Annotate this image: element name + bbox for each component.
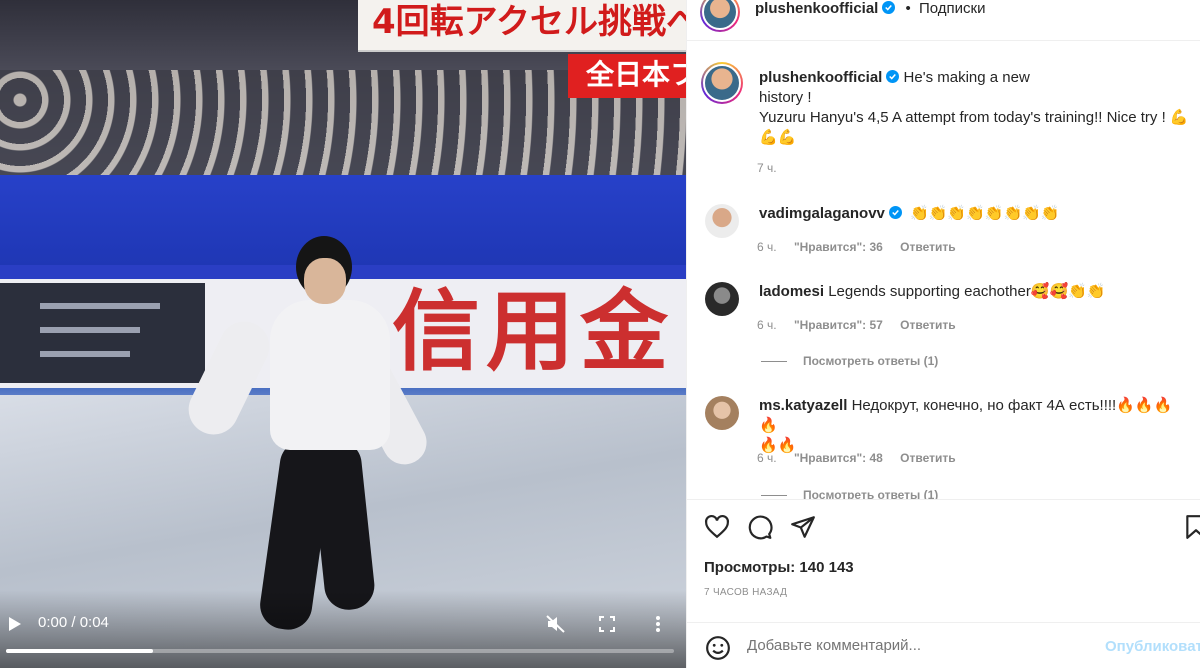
comment-user[interactable]: vadimgalaganovv [759, 205, 885, 222]
video-progress-fill [6, 649, 153, 653]
clipped-replies: Посмотреть ответы (1) [687, 490, 1200, 499]
views-count[interactable]: Просмотры: 140 143 [704, 559, 854, 576]
comment-likes[interactable]: "Нравится": 36 [794, 240, 883, 254]
skater-face [304, 258, 346, 304]
caption-text: plushenkoofficial He's making a new hist… [759, 68, 1195, 148]
view-replies[interactable]: Посмотреть ответы (1) [761, 490, 938, 499]
tv-banner: 4回転アクセル挑戦へ [358, 0, 686, 52]
muted-icon[interactable] [544, 612, 568, 636]
follow-button[interactable]: Подписки [919, 0, 986, 17]
share-icon[interactable] [790, 514, 816, 540]
video-progress-bar[interactable] [6, 649, 674, 653]
play-icon[interactable] [6, 612, 24, 636]
view-replies[interactable]: Посмотреть ответы (1) [761, 354, 938, 368]
reply-button[interactable]: Ответить [900, 240, 955, 254]
caption-avatar[interactable] [701, 62, 743, 104]
replies-line [761, 495, 787, 497]
comment-time[interactable]: 6 ч. [757, 240, 777, 254]
view-replies-label: Посмотреть ответы (1) [803, 490, 939, 499]
fullscreen-icon[interactable] [596, 612, 618, 636]
view-replies-label: Посмотреть ответы (1) [803, 354, 939, 368]
comment-icon[interactable] [747, 514, 773, 540]
replies-line [761, 361, 787, 363]
bookmark-icon[interactable] [1183, 514, 1200, 540]
reply-button[interactable]: Ответить [900, 318, 955, 332]
publish-button[interactable]: Опубликовать [1105, 638, 1200, 655]
comment-body: Legends supporting eachother🥰🥰👏👏 [828, 283, 1106, 300]
comment-text: ms.katyazell Недокрут, конечно, но факт … [759, 396, 1179, 456]
comment-meta: 6 ч. "Нравится": 36 Ответить [757, 240, 970, 254]
separator-dot: • [905, 0, 911, 17]
caption-line: He's making a new [903, 69, 1030, 86]
caption-line: history ! [759, 89, 812, 106]
comment-user[interactable]: ms.katyazell [759, 397, 847, 414]
comment-text: vadimgalaganovv 👏👏👏👏👏👏👏👏 [759, 204, 1179, 224]
rink-sign: 信用金 [392, 279, 675, 383]
skater-torso [270, 300, 390, 450]
comment-likes[interactable]: "Нравится": 57 [794, 318, 883, 332]
post-header: plushenkoofficial • Подписки [687, 0, 1200, 41]
comment-user[interactable]: ladomesi [759, 283, 824, 300]
more-vertical-icon[interactable] [650, 612, 666, 636]
tv-banner-red: 全日本フ [568, 54, 686, 98]
header-user: plushenkoofficial • Подписки [755, 0, 985, 18]
caption-time[interactable]: 7 ч. [757, 161, 777, 175]
video-player[interactable]: 4回転アクセル挑戦へ 全日本フ 信用金 0:00 / 0:04 [0, 0, 686, 668]
comment-time[interactable]: 6 ч. [757, 451, 777, 465]
reply-button[interactable]: Ответить [900, 451, 955, 465]
comment-body: 👏👏👏👏👏👏👏👏 [910, 205, 1060, 222]
sponsor-board [0, 283, 205, 383]
like-icon[interactable] [704, 514, 730, 540]
comment-avatar[interactable] [705, 282, 739, 316]
caption-line: Yuzuru Hanyu's 4,5 A attempt from today'… [759, 109, 1189, 126]
comment-likes[interactable]: "Нравится": 48 [794, 451, 883, 465]
comment-avatar[interactable] [705, 204, 739, 238]
post-panel: plushenkoofficial • Подписки plushenkoof… [686, 0, 1200, 668]
post-time-ago[interactable]: 7 ЧАСОВ НАЗАД [704, 587, 787, 598]
comment-meta: 6 ч. "Нравится": 48 Ответить [757, 451, 970, 465]
author-name[interactable]: plushenkoofficial [755, 0, 878, 17]
comment-meta: 6 ч. "Нравится": 57 Ответить [757, 318, 970, 332]
emoji-icon[interactable] [705, 635, 731, 661]
comment-time[interactable]: 6 ч. [757, 318, 777, 332]
video-time: 0:00 / 0:04 [38, 614, 109, 631]
caption-line: 💪💪 [759, 129, 797, 146]
verified-icon [886, 70, 900, 83]
add-comment-input[interactable] [747, 637, 1087, 654]
verified-icon [882, 1, 896, 14]
comment-text: ladomesi Legends supporting eachother🥰🥰👏… [759, 282, 1179, 302]
caption-author[interactable]: plushenkoofficial [759, 69, 882, 86]
author-avatar[interactable] [700, 0, 740, 32]
verified-icon [888, 206, 902, 219]
comment-avatar[interactable] [705, 396, 739, 430]
